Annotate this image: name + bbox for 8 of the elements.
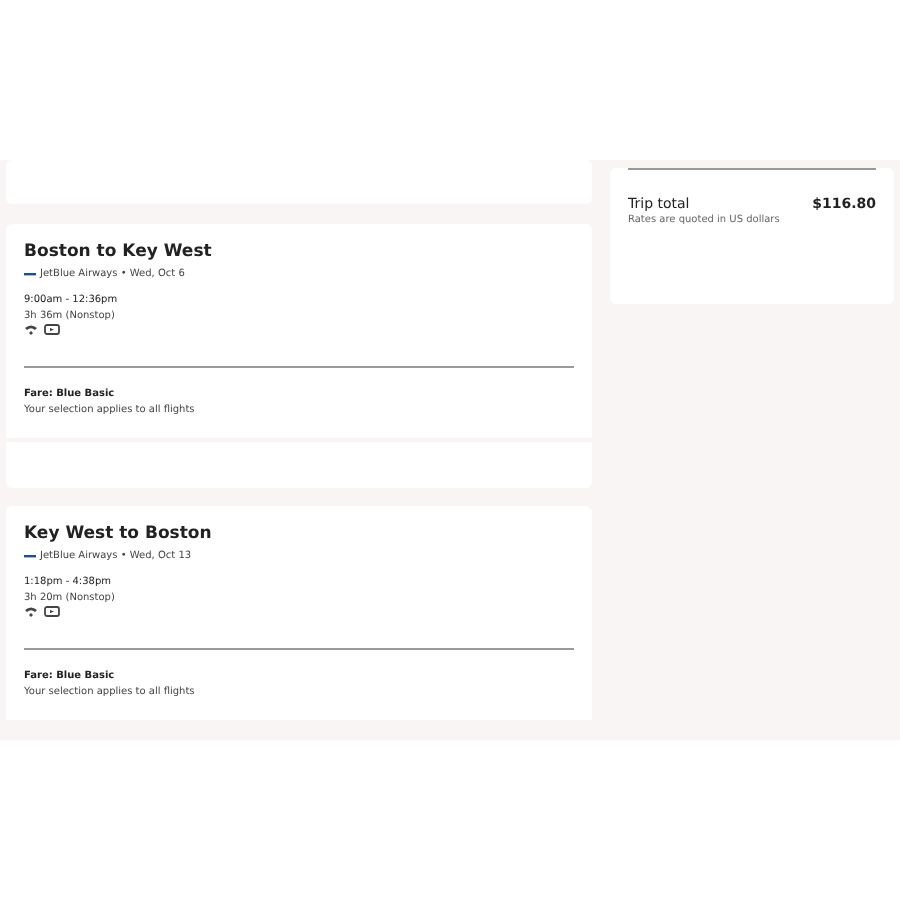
screen-icon (44, 606, 60, 618)
screen-icon (44, 324, 60, 336)
wifi-icon (24, 606, 38, 618)
airline-logo-icon (24, 270, 36, 278)
wifi-icon (24, 324, 38, 336)
airline-logo-icon (24, 552, 36, 560)
flight-title: Key West to Boston (24, 524, 214, 544)
flight-title: Boston to Key West (24, 242, 214, 262)
